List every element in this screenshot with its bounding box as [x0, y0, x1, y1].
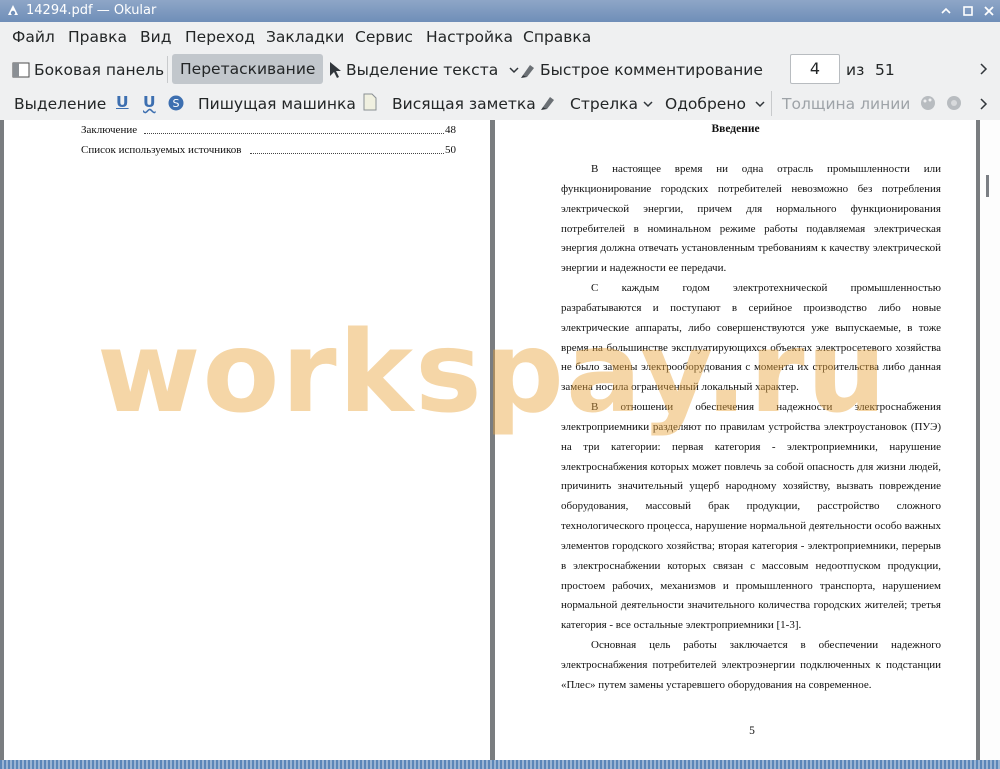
underline-icon[interactable]: U	[116, 92, 129, 112]
menu-bar: Файл Правка Вид Переход Закладки Сервис …	[0, 22, 1000, 52]
bottom-frame	[0, 760, 1000, 769]
browse-tool-label: Перетаскивание	[180, 60, 316, 78]
menu-edit[interactable]: Правка	[68, 27, 127, 47]
strikeout-icon[interactable]: S	[167, 94, 185, 112]
stamp-tool[interactable]: Одобрено	[665, 94, 746, 114]
menu-file[interactable]: Файл	[12, 27, 55, 47]
menu-help[interactable]: Справка	[523, 27, 591, 47]
chevron-down-icon[interactable]	[642, 99, 654, 109]
paragraph: В отношении обеспечения надежности элект…	[561, 401, 941, 632]
opacity-icon[interactable]	[945, 94, 963, 112]
text-select-button[interactable]: Выделение текста	[328, 55, 520, 85]
page-5: Введение В настоящее время ни одна отрас…	[495, 120, 976, 760]
paragraph: Основная цель работы заключается в обесп…	[561, 639, 941, 691]
scrollbar-thumb[interactable]	[986, 175, 989, 197]
annotation-toolbar: Выделение U U S Пишущая машинка Висящая …	[0, 87, 1000, 120]
sidebar-icon	[12, 62, 30, 78]
title-bar: 14294.pdf — Okular	[0, 0, 1000, 22]
toc-entry: Заключение	[81, 124, 138, 136]
cursor-arrow-icon	[330, 62, 341, 78]
marker-icon	[521, 65, 534, 78]
toc-page-number: 48	[445, 124, 456, 136]
svg-text:S: S	[173, 97, 180, 110]
main-toolbar: Боковая панель Перетаскивание Выделение …	[0, 52, 1000, 130]
quick-annotations-label: Быстрое комментирование	[540, 61, 763, 79]
squiggle-icon[interactable]: U	[143, 92, 156, 112]
window-title: 14294.pdf — Okular	[26, 3, 157, 18]
text-select-label: Выделение текста	[346, 61, 499, 79]
toc-leader	[144, 126, 444, 134]
toc-leader	[250, 146, 444, 154]
quick-annotations-button[interactable]: Быстрое комментирование	[519, 55, 763, 85]
vertical-scrollbar[interactable]	[980, 120, 1000, 769]
toolbar-separator	[167, 56, 168, 83]
menu-view[interactable]: Вид	[140, 27, 171, 47]
document-view[interactable]: Заключение 48 Список используемых источн…	[0, 120, 1000, 769]
menu-settings[interactable]: Настройка	[426, 27, 513, 47]
toolbar-overflow-icon[interactable]	[978, 62, 988, 76]
paragraph: В настоящее время ни одна отрасль промыш…	[561, 163, 941, 275]
chevron-down-icon[interactable]	[754, 99, 766, 109]
highlight-tool[interactable]: Выделение	[14, 94, 106, 114]
minimize-icon[interactable]	[939, 4, 953, 18]
page-4: Заключение 48 Список используемых источн…	[4, 120, 490, 760]
color-icon[interactable]	[919, 94, 937, 112]
arrow-tool[interactable]: Стрелка	[570, 94, 638, 114]
close-icon[interactable]	[982, 4, 996, 18]
pen-icon	[541, 97, 554, 110]
page-of-label: из	[846, 61, 865, 79]
section-heading: Введение	[711, 123, 760, 135]
page-footer-number: 5	[749, 725, 755, 737]
line-width-tool[interactable]: Толщина линии	[782, 94, 910, 114]
okular-app-icon[interactable]	[6, 3, 20, 18]
browse-tool-button[interactable]: Перетаскивание	[172, 54, 324, 84]
page-number-input[interactable]: 4	[790, 54, 840, 84]
menu-go[interactable]: Переход	[185, 27, 255, 47]
page-total-label: 51	[875, 61, 895, 79]
typewriter-tool[interactable]: Пишущая машинка	[198, 94, 356, 114]
toc-entry: Список используемых источников	[81, 144, 242, 156]
maximize-icon[interactable]	[961, 4, 975, 18]
sidebar-button-label: Боковая панель	[34, 61, 165, 79]
paragraph: С каждым годом электротехнической промыш…	[561, 282, 941, 394]
note-icon	[363, 93, 377, 111]
toolbar-separator	[771, 91, 772, 116]
menu-bookmarks[interactable]: Закладки	[266, 27, 344, 47]
sidebar-button[interactable]: Боковая панель	[12, 55, 164, 85]
popup-note-tool[interactable]: Висящая заметка	[392, 94, 536, 114]
toc-page-number: 50	[445, 144, 456, 156]
toolbar-overflow-icon[interactable]	[978, 97, 988, 111]
menu-tools[interactable]: Сервис	[355, 27, 413, 47]
